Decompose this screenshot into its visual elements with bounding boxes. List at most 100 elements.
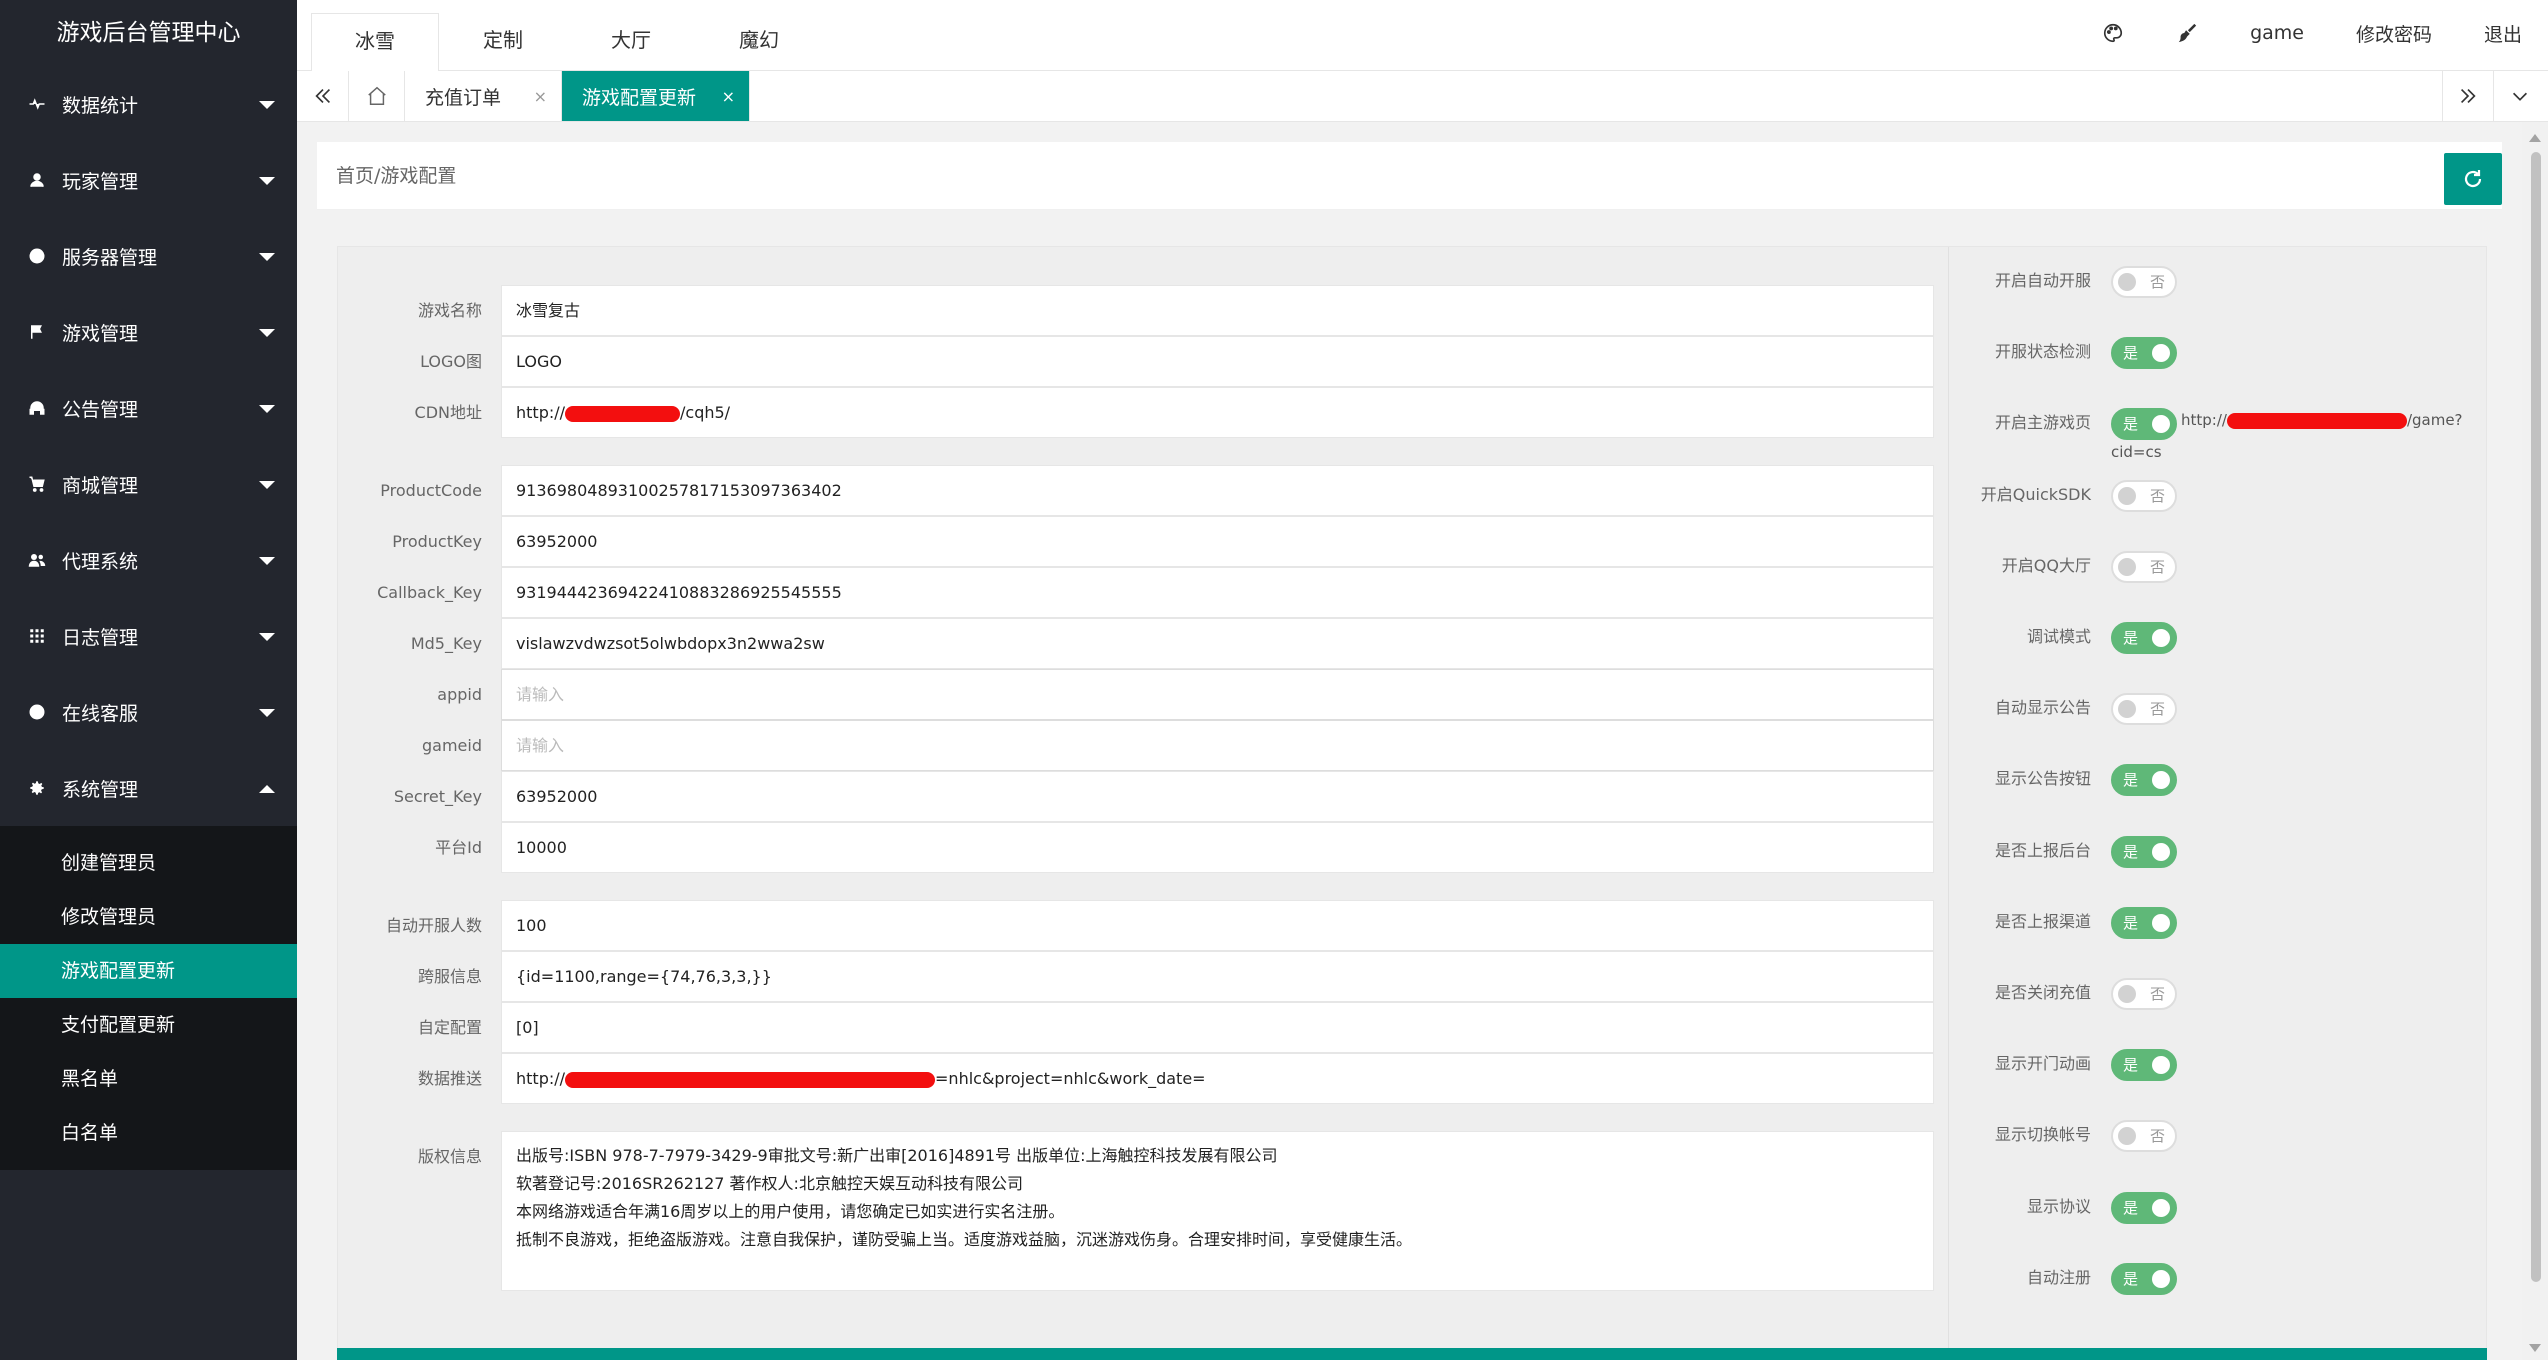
sidebar-item[interactable]: 服务器管理 [0, 218, 297, 294]
auto-open-count-input[interactable]: 100 [501, 900, 1934, 951]
form-row-appid: appid 请输入 [338, 669, 1948, 720]
sidebar-subitem[interactable]: 修改管理员 [0, 890, 297, 944]
toggle-switch[interactable]: 否 [2111, 479, 2177, 512]
appid-input[interactable]: 请输入 [501, 669, 1934, 720]
sidebar-item[interactable]: 数据统计 [0, 66, 297, 142]
toggle-switch[interactable]: 是 [2111, 1049, 2177, 1082]
toggle-switch[interactable]: 否 [2111, 550, 2177, 583]
gameid-input[interactable]: 请输入 [501, 720, 1934, 771]
toggle-row: 开启QuickSDK 否 [1949, 465, 2489, 525]
toggle-knob [2152, 1269, 2170, 1288]
field-label: 游戏名称 [417, 301, 482, 320]
scroll-up-icon[interactable] [2529, 134, 2541, 142]
product-key-input[interactable]: 63952000 [501, 516, 1934, 567]
sidebar-item[interactable]: 公告管理 [0, 370, 297, 446]
data-push-input[interactable]: http:// =nhlc&project=nhlc&work_date= [501, 1053, 1934, 1104]
sidebar-subitem[interactable]: 创建管理员 [0, 836, 297, 890]
top-header: 冰雪 定制 大厅 魔幻 game 修改密码 退出 [297, 0, 2548, 71]
copyright-line: 抵制不良游戏，拒绝盗版游戏。注意自我保护，谨防受骗上当。适度游戏益脑，沉迷游戏伤… [516, 1230, 1413, 1249]
flag-icon [26, 321, 48, 343]
sidebar-subitem[interactable]: 黑名单 [0, 1052, 297, 1106]
sidebar-item[interactable]: 日志管理 [0, 598, 297, 674]
toggle-switch[interactable]: 否 [2111, 693, 2177, 726]
toggle-switch[interactable]: 是 [2111, 337, 2177, 370]
page-scrollbar[interactable] [2522, 122, 2548, 1360]
form-row-secret-key: Secret_Key 63952000 [338, 771, 1948, 822]
sidebar-item-label: 玩家管理 [62, 170, 139, 193]
breadcrumb[interactable]: 首页/游戏配置 [336, 142, 456, 210]
tab-recharge-orders[interactable]: 充值订单 × [405, 71, 562, 121]
sidebar-item[interactable]: 商城管理 [0, 446, 297, 522]
url-prefix: http:// [2181, 411, 2227, 430]
tabs-scroll-right-icon[interactable] [2442, 71, 2494, 121]
sidebar-item[interactable]: 玩家管理 [0, 142, 297, 218]
copyright-textarea[interactable]: 出版号:ISBN 978-7-7979-3429-9审批文号:新广出审[2016… [501, 1131, 1934, 1291]
toggle-switch[interactable]: 是 [2111, 835, 2177, 868]
toggle-state: 否 [2149, 557, 2165, 576]
home-icon[interactable] [349, 71, 405, 121]
sidebar-subitem[interactable]: 支付配置更新 [0, 998, 297, 1052]
app-title: 游戏后台管理中心 [56, 20, 241, 46]
top-tab[interactable]: 冰雪 [311, 13, 439, 71]
toggle-row: 开启主游戏页 是 http:// /game? cid=cs [1949, 393, 2489, 473]
user-menu[interactable]: game [2224, 22, 2330, 44]
toggle-label: 显示公告按钮 [1994, 769, 2091, 789]
form-row-platform-id: 平台Id 10000 [338, 822, 1948, 873]
toggle-switch[interactable]: 是 [2111, 764, 2177, 797]
smile-icon [26, 701, 48, 723]
toggle-switch[interactable]: 是 [2111, 622, 2177, 654]
sidebar-item[interactable]: 在线客服 [0, 674, 297, 750]
toggle-state: 是 [2123, 1198, 2139, 1217]
change-password-link[interactable]: 修改密码 [2330, 20, 2458, 47]
custom-config-input[interactable]: [0] [501, 1002, 1934, 1053]
toggle-label: 自动显示公告 [1994, 698, 2091, 718]
logout-link[interactable]: 退出 [2458, 20, 2548, 47]
sidebar-item-label: 商城管理 [62, 474, 139, 497]
sidebar-item[interactable]: 系统管理 [0, 750, 297, 826]
sidebar-subitem[interactable]: 游戏配置更新 [0, 944, 297, 998]
md5-key-input[interactable]: vislawzvdwzsot5olwbdopx3n2wwa2sw [501, 618, 1934, 669]
toggle-switch[interactable]: 是 [2111, 1191, 2177, 1224]
close-icon[interactable]: × [722, 87, 735, 106]
toggle-label: 显示协议 [2026, 1196, 2091, 1216]
caret-down-icon [259, 253, 275, 261]
toggle-label: 是否关闭充值 [1994, 983, 2091, 1002]
close-icon[interactable]: × [534, 87, 547, 106]
product-code-input[interactable]: 91369804893100257817153097363402 [501, 465, 1934, 516]
toggle-switch[interactable]: 是 [2111, 408, 2177, 441]
toggle-row: 自动注册 是 [1949, 1248, 2489, 1308]
main-content: 首页/游戏配置 游戏名称 冰雪复古 LOGO图 LOGO CDN地址 http:// /cq… [297, 122, 2522, 1360]
sidebar: 游戏后台管理中心 数据统计玩家管理服务器管理 游戏管理 公告管理商城管理代理系统 日志… [0, 0, 297, 1360]
top-tab[interactable]: 大厅 [567, 0, 695, 71]
scrollbar-thumb[interactable] [2531, 152, 2541, 1282]
callback-key-input[interactable]: 93194442369422410883286925545555 [501, 567, 1934, 618]
toggle-switch[interactable]: 是 [2111, 1262, 2177, 1295]
toggle-switch[interactable]: 是 [2111, 906, 2177, 939]
tab-game-config[interactable]: 游戏配置更新 × [562, 71, 750, 121]
submit-button[interactable] [337, 1348, 2487, 1360]
tabs-menu-chevron-down-icon[interactable] [2494, 71, 2546, 121]
field-label: CDN地址 [414, 403, 482, 422]
toggle-knob [2152, 344, 2170, 363]
sidebar-item[interactable]: 游戏管理 [0, 294, 297, 370]
cross-server-input[interactable]: {id=1100,range={74,76,3,3,}} [501, 951, 1934, 1002]
secret-key-input[interactable]: 63952000 [501, 771, 1934, 822]
top-tab[interactable]: 定制 [439, 0, 567, 71]
top-tab[interactable]: 魔幻 [695, 0, 823, 71]
platform-id-input[interactable]: 10000 [501, 822, 1934, 873]
toggle-switch[interactable]: 否 [2111, 978, 2177, 1010]
theme-icon[interactable] [2076, 22, 2150, 44]
sidebar-subitem[interactable]: 白名单 [0, 1106, 297, 1160]
user-icon [26, 169, 48, 191]
game-name-input[interactable]: 冰雪复古 [501, 285, 1934, 336]
toggle-state: 是 [2123, 842, 2139, 861]
logo-input[interactable]: LOGO [501, 336, 1934, 387]
tabs-scroll-left-icon[interactable] [297, 71, 349, 121]
toggle-switch[interactable]: 否 [2111, 1120, 2177, 1153]
refresh-button[interactable] [2444, 153, 2502, 205]
scroll-down-icon[interactable] [2529, 1344, 2541, 1352]
clear-cache-icon[interactable] [2150, 22, 2224, 44]
cdn-input[interactable]: http:// /cqh5/ [501, 387, 1934, 438]
toggle-switch[interactable]: 否 [2111, 266, 2177, 298]
sidebar-item[interactable]: 代理系统 [0, 522, 297, 598]
